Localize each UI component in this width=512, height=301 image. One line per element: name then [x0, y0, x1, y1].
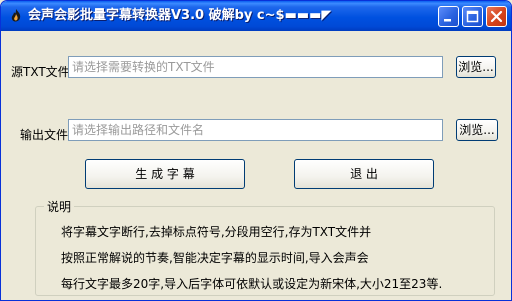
close-icon	[490, 10, 503, 23]
help-group-title: 说明	[44, 198, 75, 215]
source-file-label: 源TXT文件	[11, 65, 70, 79]
title-bar[interactable]: 会声会影批量字幕转换器V3.0 破解by c~$▬▬▬◤	[1, 1, 511, 31]
flame-app-icon	[8, 8, 24, 24]
maximize-button[interactable]	[462, 6, 483, 27]
maximize-icon	[466, 10, 479, 23]
help-line: 将字幕文字断行,去掉标点符号,分段用空行,存为TXT文件并	[61, 225, 372, 239]
source-file-input[interactable]: 请选择需要转换的TXT文件	[68, 56, 443, 78]
help-line: 按照正常解说的节奏,智能决定字幕的显示时间,导入会声会	[61, 251, 369, 265]
exit-button[interactable]: 退 出	[294, 159, 434, 189]
generate-subtitles-button[interactable]: 生 成 字 幕	[85, 159, 245, 189]
minimize-icon	[444, 19, 451, 22]
output-file-label: 输出文件	[20, 128, 69, 142]
output-browse-button[interactable]: 浏览...	[456, 119, 498, 141]
close-button[interactable]	[486, 6, 507, 27]
source-browse-button[interactable]: 浏览...	[456, 56, 496, 78]
window-title: 会声会影批量字幕转换器V3.0 破解by c~$▬▬▬◤	[28, 8, 332, 23]
output-file-input[interactable]: 请选择输出路径和文件名	[68, 119, 443, 141]
minimize-button[interactable]	[438, 6, 459, 27]
help-line: 每行文字最多20字,导入后字体可依默认或设定为新宋体,大小21至23等.	[61, 277, 443, 291]
main-window: 会声会影批量字幕转换器V3.0 破解by c~$▬▬▬◤ 源TXT文件 请选择需…	[0, 0, 512, 301]
